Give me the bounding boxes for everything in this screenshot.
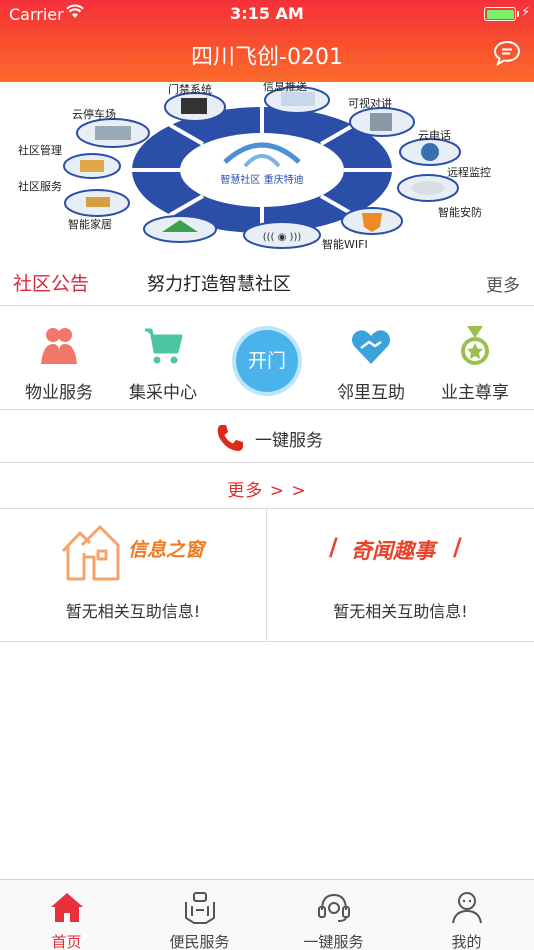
tab-convenience-service[interactable]: 便民服务	[133, 886, 266, 950]
banner-label: 智能家居	[68, 217, 112, 231]
community-notice: 社区公告 努力打造智慧社区 更多	[0, 254, 534, 306]
banner-label: 云电话	[418, 129, 451, 142]
chat-bubble-icon	[493, 40, 521, 67]
quick-actions: 物业服务 集采中心 开门 邻里互助 业主尊享	[0, 306, 534, 410]
quick-item-label: 物业服务	[25, 383, 93, 403]
service-icon	[184, 892, 215, 924]
empty-message: 暂无相关互助信息!	[333, 602, 468, 621]
banner-label: 智能WIFI	[322, 237, 368, 251]
user-icon	[451, 892, 482, 924]
tab-label: 首页	[51, 933, 82, 950]
tab-home[interactable]: 首页	[0, 886, 133, 950]
people-icon	[41, 328, 77, 364]
message-button[interactable]	[493, 40, 521, 67]
neighbor-help-button[interactable]: 邻里互助	[316, 320, 426, 404]
header: Carrier 3:15 AM ⚡ 四川飞创-0201	[0, 0, 534, 82]
headset-icon	[317, 893, 350, 922]
one-key-label: 一键服务	[255, 431, 323, 451]
purchase-center-button[interactable]: 集采中心	[108, 320, 218, 404]
battery-fill	[486, 9, 514, 19]
tab-label: 便民服务	[169, 933, 230, 950]
clock: 3:15 AM	[230, 4, 304, 23]
banner-image[interactable]: 智慧社区 重庆特迪 ((( ◉ ))) 门禁系统 信息推送 可视对讲 云电话 远…	[0, 82, 534, 254]
quick-item-label: 业主尊享	[441, 383, 509, 403]
status-bar: Carrier 3:15 AM ⚡	[0, 0, 534, 28]
banner-label: 远程监控	[447, 165, 491, 179]
slash-decoration: /	[453, 533, 462, 561]
tab-mine[interactable]: 我的	[400, 886, 533, 950]
slash-decoration: /	[329, 533, 338, 561]
page-title: 四川飞创-0201	[191, 45, 343, 70]
info-window-panel[interactable]: 信息之窗 暂无相关互助信息!	[0, 509, 267, 642]
open-door-label: 开门	[236, 330, 298, 392]
banner-label: 门禁系统	[168, 82, 212, 96]
info-window-title: 信息之窗	[128, 539, 205, 561]
battery-tip	[517, 11, 519, 17]
fun-stories-panel[interactable]: / 奇闻趣事 / 暂无相关互助信息!	[267, 509, 534, 642]
banner-label: 社区管理	[18, 143, 62, 157]
notice-label: 社区公告	[13, 273, 90, 295]
banner-label: 云停车场	[72, 107, 116, 121]
cart-icon	[145, 328, 183, 364]
banner-label: 智能安防	[438, 205, 482, 219]
info-panels: 信息之窗 暂无相关互助信息! / 奇闻趣事 / 暂无相关互助信息!	[0, 509, 534, 642]
home-icon	[50, 893, 83, 922]
banner-label: 可视对讲	[348, 96, 392, 110]
smart-community-diagram: 智慧社区 重庆特迪 ((( ◉ ))) 门禁系统 信息推送 可视对讲 云电话 远…	[18, 82, 491, 251]
owner-privilege-button[interactable]: 业主尊享	[420, 320, 530, 404]
notice-text[interactable]: 努力打造智慧社区	[147, 270, 291, 296]
charging-icon: ⚡	[521, 5, 531, 20]
medal-icon	[461, 326, 489, 365]
house-icon	[61, 525, 120, 581]
tab-one-key-service[interactable]: 一键服务	[267, 886, 400, 950]
banner-label: 信息推送	[263, 82, 307, 93]
tab-label: 我的	[451, 933, 482, 950]
more-link[interactable]: 更多 > >	[227, 476, 306, 501]
battery-icon	[484, 7, 516, 21]
fun-stories-title: 奇闻趣事	[351, 539, 435, 563]
quick-item-label: 邻里互助	[337, 383, 405, 403]
empty-message: 暂无相关互助信息!	[65, 602, 201, 621]
tab-bar: 首页 便民服务 一键服务 我的	[0, 879, 534, 950]
property-service-button[interactable]: 物业服务	[4, 320, 114, 404]
banner-center-brand: 智慧社区 重庆特迪	[220, 173, 303, 186]
notice-more-link[interactable]: 更多	[486, 271, 520, 296]
one-key-service-row[interactable]: 一键服务	[0, 410, 534, 463]
handshake-heart-icon	[351, 330, 391, 364]
svg-text:((( ◉ ))): ((( ◉ )))	[263, 232, 302, 243]
banner-label: 社区服务	[18, 179, 62, 193]
tab-label: 一键服务	[303, 933, 364, 950]
quick-item-label: 集采中心	[129, 383, 197, 403]
open-door-button[interactable]: 开门	[232, 326, 302, 396]
more-link-row[interactable]: 更多 > >	[0, 463, 534, 509]
phone-icon	[217, 425, 243, 451]
